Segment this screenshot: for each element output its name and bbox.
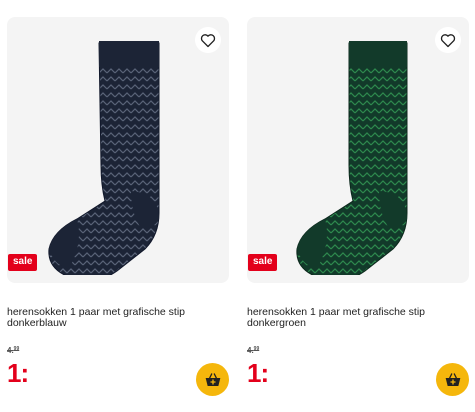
product-title[interactable]: herensokken 1 paar met grafische stip do… bbox=[247, 307, 469, 329]
product-card-blue[interactable]: sale herensokken 1 paar met grafische st… bbox=[7, 17, 229, 407]
old-price: 4.99 bbox=[247, 347, 259, 355]
add-to-cart-button[interactable] bbox=[436, 363, 469, 396]
old-price-main: 4. bbox=[247, 346, 254, 355]
product-title-line2: donkerblauw bbox=[7, 317, 67, 329]
product-title[interactable]: herensokken 1 paar met grafische stip do… bbox=[7, 307, 229, 329]
old-price-cents: 99 bbox=[253, 346, 260, 352]
favorite-button[interactable] bbox=[195, 27, 221, 53]
heart-outline-icon bbox=[440, 33, 456, 47]
old-price-cents: 99 bbox=[13, 346, 20, 352]
favorite-button[interactable] bbox=[435, 27, 461, 53]
sale-price: 1: bbox=[247, 358, 269, 388]
product-card-green[interactable]: sale herensokken 1 paar met grafische st… bbox=[247, 17, 469, 407]
old-price-main: 4. bbox=[7, 346, 14, 355]
product-image-area[interactable]: sale bbox=[7, 17, 229, 283]
sale-price: 1: bbox=[7, 358, 29, 388]
product-title-line2: donkergroen bbox=[247, 317, 306, 329]
basket-icon bbox=[205, 372, 220, 386]
basket-icon bbox=[445, 372, 460, 386]
add-to-cart-button[interactable] bbox=[196, 363, 229, 396]
product-image bbox=[48, 41, 160, 275]
sale-badge: sale bbox=[8, 254, 38, 271]
sale-badge: sale bbox=[248, 254, 278, 271]
product-image-area[interactable]: sale bbox=[247, 17, 469, 283]
product-grid: sale herensokken 1 paar met grafische st… bbox=[0, 0, 475, 412]
old-price: 4.99 bbox=[7, 347, 19, 355]
heart-outline-icon bbox=[200, 33, 216, 47]
product-image bbox=[296, 41, 408, 275]
